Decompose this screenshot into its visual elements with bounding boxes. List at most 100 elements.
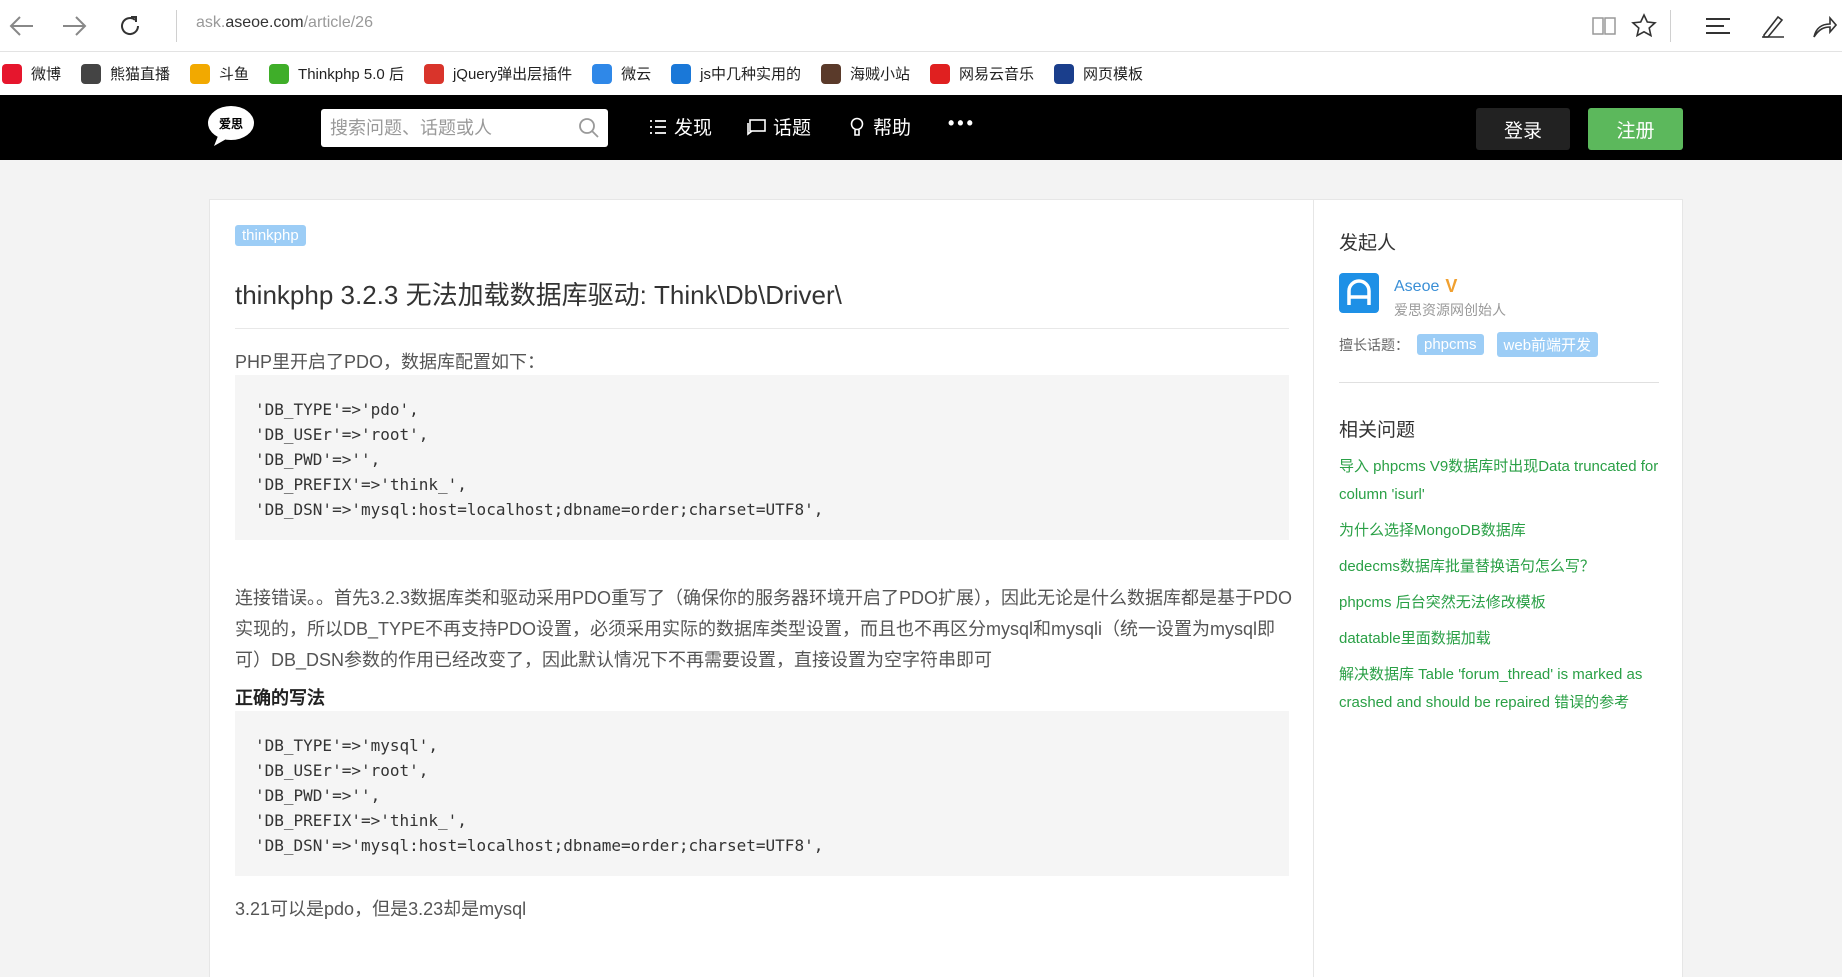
address-divider [176, 10, 177, 42]
url-path: /article/26 [303, 14, 373, 31]
related-heading: 相关问题 [1339, 420, 1416, 441]
browser-toolbar: ask.aseoe.com/article/26 [0, 0, 1842, 52]
reading-view-icon[interactable] [1586, 8, 1622, 44]
related-question-link[interactable]: 导入 phpcms V9数据库时出现Data truncated for col… [1339, 453, 1659, 509]
article-title: thinkphp 3.2.3 无法加载数据库驱动: Think\Db\Drive… [235, 280, 842, 310]
share-icon[interactable] [1806, 8, 1842, 44]
netease-music-icon [930, 63, 951, 84]
login-button[interactable]: 登录 [1476, 108, 1570, 150]
author-heading: 发起人 [1339, 233, 1397, 254]
verified-badge-icon: V [1445, 276, 1458, 296]
douyu-icon [190, 63, 211, 84]
web-note-pen-icon[interactable] [1755, 8, 1791, 44]
jquery-icon [423, 63, 444, 84]
author-name[interactable]: Aseoe [1394, 278, 1439, 296]
nav-topics-label: 话题 [773, 118, 812, 139]
favorite-label: jQuery弹出层插件 [452, 66, 573, 83]
favorite-label: 微博 [31, 66, 62, 83]
title-divider [235, 328, 1289, 329]
favorite-item[interactable]: Thinkphp 5.0 后 [269, 63, 404, 84]
favorite-item[interactable]: 微博 [2, 63, 61, 84]
nav-discover[interactable]: 发现 [648, 113, 712, 140]
template-icon [1054, 63, 1075, 84]
site-logo[interactable]: 爱思 [206, 104, 256, 148]
code-line: 'DB_USEr'=>'root', [255, 425, 429, 444]
code-block-correct: 'DB_TYPE'=>'mysql', 'DB_USEr'=>'root', '… [235, 711, 1289, 876]
article-tag[interactable]: thinkphp [235, 225, 306, 246]
code-line: 'DB_PWD'=>'', [255, 450, 381, 469]
article-card: thinkphp thinkphp 3.2.3 无法加载数据库驱动: Think… [209, 199, 1313, 977]
favorite-item[interactable]: 斗鱼 [190, 63, 249, 84]
topic-tag[interactable]: phpcms [1417, 334, 1484, 355]
favorites-bar: 微博 熊猫直播 斗鱼 Thinkphp 5.0 后 jQuery弹出层插件 微云 js中几种… [0, 52, 1842, 95]
bulb-icon [850, 117, 864, 136]
favorite-label: 熊猫直播 [110, 66, 171, 83]
favorite-label: 网页模板 [1083, 66, 1144, 83]
chat-icon [747, 118, 766, 136]
good-at-topics: 擅长话题： phpcms web前端开发 [1339, 332, 1603, 357]
favorite-item[interactable]: 熊猫直播 [81, 63, 170, 84]
favorite-label: 海贼小站 [850, 66, 911, 83]
article-footer-note: 3.21可以是pdo，但是3.23却是mysql [235, 899, 527, 919]
answer-text: 连接错误。。首先3.2.3数据库类和驱动采用PDO重写了（确保你的服务器环境开启… [235, 588, 1293, 670]
panda-icon [81, 63, 102, 84]
favorite-item[interactable]: 海贼小站 [821, 63, 910, 84]
avatar[interactable] [1339, 273, 1379, 313]
code-line: 'DB_DSN'=>'mysql:host=localhost;dbname=o… [255, 836, 824, 855]
favorite-item[interactable]: 微云 [592, 63, 651, 84]
weiyun-icon [592, 63, 613, 84]
favorite-item[interactable]: 网页模板 [1054, 63, 1143, 84]
pirate-icon [821, 63, 841, 84]
favorite-item[interactable]: 网易云音乐 [930, 63, 1034, 84]
favorite-label: js中几种实用的 [700, 66, 801, 83]
toolbar-divider [1670, 10, 1671, 42]
url-prefix: ask. [196, 14, 226, 31]
search-box [321, 109, 608, 147]
url-domain: aseoe.com [225, 14, 304, 31]
code-line: 'DB_DSN'=>'mysql:host=localhost;dbname=o… [255, 500, 824, 519]
good-at-label: 擅长话题： [1339, 336, 1409, 353]
code-line: 'DB_PWD'=>'', [255, 786, 381, 805]
related-question-link[interactable]: dedecms数据库批量替换语句怎么写？ [1339, 553, 1659, 581]
address-bar[interactable]: ask.aseoe.com/article/26 [196, 14, 373, 32]
refresh-icon[interactable] [112, 8, 148, 44]
related-question-link[interactable]: phpcms 后台突然无法修改模板 [1339, 589, 1659, 617]
register-button[interactable]: 注册 [1588, 108, 1683, 150]
sidebar-divider [1339, 382, 1659, 383]
article-intro: PHP里开启了PDO，数据库配置如下： [235, 352, 546, 372]
back-arrow-icon[interactable] [4, 8, 40, 44]
favorite-label: 网易云音乐 [959, 66, 1035, 83]
correct-heading: 正确的写法 [235, 688, 325, 708]
nav-discover-label: 发现 [674, 118, 713, 139]
favorite-item[interactable]: js中几种实用的 [671, 63, 801, 84]
logo-text: 爱思 [219, 116, 243, 131]
author-title: 爱思资源网创始人 [1394, 302, 1506, 318]
code-line: 'DB_TYPE'=>'mysql', [255, 736, 439, 755]
related-question-link[interactable]: 为什么选择MongoDB数据库 [1339, 517, 1659, 545]
hub-menu-icon[interactable] [1700, 8, 1736, 44]
search-icon[interactable] [578, 117, 600, 139]
site-header: 爱思 发现 话题 帮助 ••• 登录 注册 [0, 95, 1842, 160]
code-line: 'DB_PREFIX'=>'think_', [255, 475, 467, 494]
nav-help[interactable]: 帮助 [847, 113, 911, 140]
favorite-label: 微云 [621, 66, 652, 83]
code-line: 'DB_TYPE'=>'pdo', [255, 400, 419, 419]
list-icon [650, 119, 666, 134]
forward-arrow-icon[interactable] [56, 8, 92, 44]
nav-topics[interactable]: 话题 [747, 113, 811, 140]
search-input[interactable] [321, 109, 561, 147]
sidebar: 发起人 Aseoe V 爱思资源网创始人 擅长话题： phpcms web前端开… [1313, 199, 1683, 977]
favorite-star-icon[interactable] [1626, 8, 1662, 44]
related-question-link[interactable]: datatable里面数据加载 [1339, 625, 1659, 653]
thinkphp-icon [269, 63, 290, 84]
topic-tag[interactable]: web前端开发 [1496, 332, 1599, 357]
favorite-label: Thinkphp 5.0 后 [298, 66, 404, 83]
related-question-link[interactable]: 解决数据库 Table 'forum_thread' is marked as … [1339, 661, 1659, 717]
favorite-item[interactable]: jQuery弹出层插件 [423, 63, 573, 84]
code-block-original: 'DB_TYPE'=>'pdo', 'DB_USEr'=>'root', 'DB… [235, 375, 1289, 540]
nav-help-label: 帮助 [873, 118, 912, 139]
favorite-label: 斗鱼 [219, 66, 250, 83]
code-line: 'DB_USEr'=>'root', [255, 761, 429, 780]
weibo-icon [2, 63, 22, 84]
nav-more-icon[interactable]: ••• [948, 113, 976, 134]
